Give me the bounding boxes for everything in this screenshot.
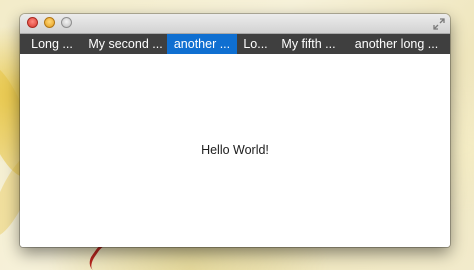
tab-label: My fifth ...	[281, 37, 336, 51]
title-bar	[20, 14, 450, 34]
app-window: Long ... My second ... another ... Lo...…	[20, 14, 450, 247]
tab-long[interactable]: Long ...	[20, 34, 84, 54]
tab-bar: Long ... My second ... another ... Lo...…	[20, 34, 450, 54]
zoom-icon[interactable]	[61, 17, 72, 28]
close-icon[interactable]	[27, 17, 38, 28]
tab-lo[interactable]: Lo...	[237, 34, 274, 54]
tab-content: Hello World!	[20, 54, 450, 247]
fullscreen-icon[interactable]	[433, 17, 445, 30]
tab-label: Lo...	[243, 37, 268, 51]
tab-another-long[interactable]: another long ...	[343, 34, 450, 54]
tab-label: Long ...	[31, 37, 73, 51]
minimize-icon[interactable]	[44, 17, 55, 28]
tab-my-second[interactable]: My second ...	[84, 34, 167, 54]
tab-another-selected[interactable]: another ...	[167, 34, 237, 54]
tab-my-fifth[interactable]: My fifth ...	[274, 34, 343, 54]
tab-label: My second ...	[88, 37, 163, 51]
tab-label: another long ...	[354, 37, 439, 51]
tab-label: another ...	[173, 37, 231, 51]
hello-label: Hello World!	[201, 143, 269, 157]
